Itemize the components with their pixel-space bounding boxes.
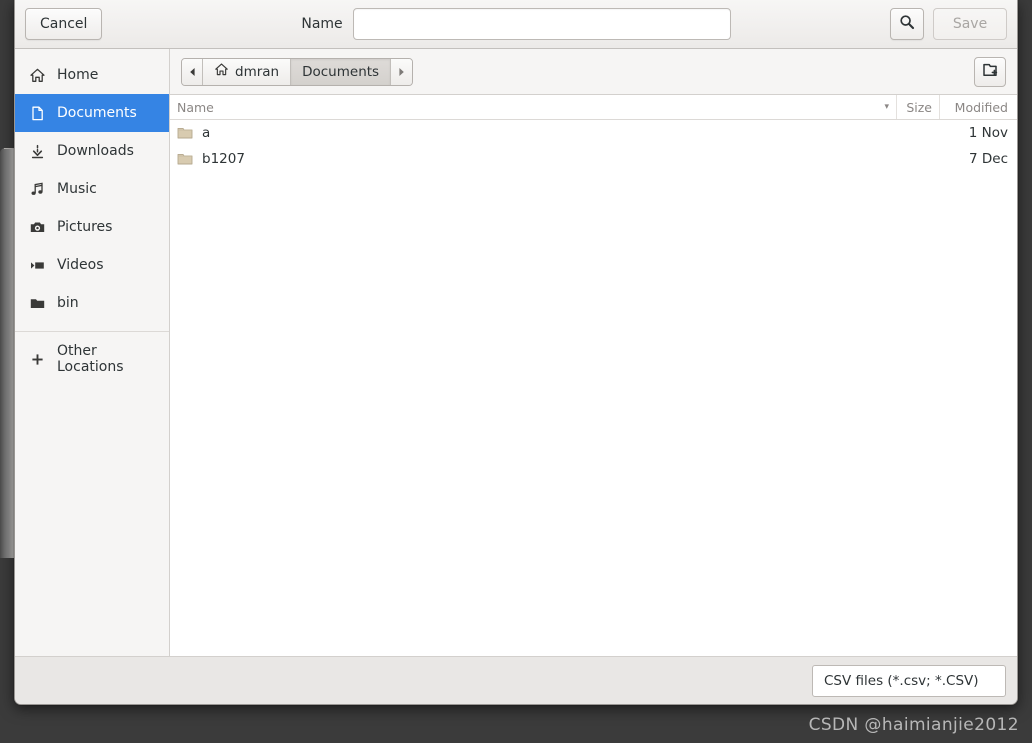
- triangle-left-icon: [188, 62, 197, 81]
- file-list: Name ▾ Size Modified a 1 Nov b1207 7 Dec: [170, 95, 1017, 656]
- cancel-button-label: Cancel: [40, 16, 88, 32]
- sidebar-item-label: Other Locations: [57, 343, 124, 375]
- search-button[interactable]: [890, 8, 924, 40]
- sidebar-item-music[interactable]: Music: [15, 170, 169, 208]
- sidebar-item-other-locations[interactable]: Other Locations: [15, 340, 169, 378]
- sidebar-item-label: Home: [57, 67, 99, 83]
- folder-icon: [29, 295, 46, 312]
- folder-icon: [177, 125, 193, 141]
- file-name-label: a: [202, 125, 211, 141]
- sidebar-item-videos[interactable]: Videos: [15, 246, 169, 284]
- chevron-down-icon: ▾: [884, 102, 889, 112]
- music-note-icon: [29, 181, 46, 198]
- places-sidebar: Home Documents Downloads Music Pictures …: [15, 49, 170, 656]
- window-left-edge-highlight: [4, 148, 14, 149]
- sidebar-item-downloads[interactable]: Downloads: [15, 132, 169, 170]
- document-icon: [29, 105, 46, 122]
- column-header-size[interactable]: Size: [897, 95, 940, 119]
- column-header-modified[interactable]: Modified: [940, 95, 1017, 119]
- home-icon: [214, 62, 229, 81]
- file-name-label: b1207: [202, 151, 245, 167]
- watermark: CSDN @haimianjie2012: [808, 715, 1019, 735]
- save-button-label: Save: [952, 16, 988, 32]
- dialog-header-bar: Cancel Name Save: [15, 0, 1017, 49]
- header-right-actions: Save: [890, 8, 1007, 40]
- filename-label: Name: [301, 16, 343, 32]
- filename-group: Name: [15, 8, 1017, 40]
- breadcrumb-item-documents[interactable]: Documents: [291, 58, 392, 85]
- file-save-dialog: Cancel Name Save Home Documents Download…: [14, 0, 1018, 705]
- download-icon: [29, 143, 46, 160]
- sidebar-item-label: bin: [57, 295, 79, 311]
- column-header-modified-label: Modified: [954, 99, 1008, 115]
- breadcrumb-item-label: dmran: [235, 63, 280, 80]
- file-modified-cell: 1 Nov: [968, 125, 1008, 141]
- breadcrumb: dmran Documents: [181, 57, 414, 86]
- file-filter-combo[interactable]: CSV files (*.csv; *.CSV): [812, 664, 1006, 697]
- file-list-header: Name ▾ Size Modified: [170, 95, 1017, 120]
- table-row[interactable]: b1207 7 Dec: [170, 146, 1017, 172]
- breadcrumb-forward-button[interactable]: [391, 58, 413, 85]
- sidebar-item-home[interactable]: Home: [15, 56, 169, 94]
- sidebar-item-pictures[interactable]: Pictures: [15, 208, 169, 246]
- plus-icon: [29, 351, 46, 368]
- sidebar-item-bin[interactable]: bin: [15, 284, 169, 322]
- path-bar-row: dmran Documents: [170, 49, 1017, 95]
- dialog-footer: CSV files (*.csv; *.CSV): [15, 656, 1017, 704]
- sidebar-separator: [15, 331, 169, 332]
- sidebar-item-label: Music: [57, 181, 97, 197]
- file-list-rows: a 1 Nov b1207 7 Dec: [170, 120, 1017, 656]
- sidebar-item-documents[interactable]: Documents: [15, 94, 169, 132]
- triangle-right-icon: [397, 62, 406, 81]
- cancel-button[interactable]: Cancel: [25, 8, 103, 40]
- column-header-size-label: Size: [906, 99, 932, 115]
- sidebar-item-label: Downloads: [57, 143, 134, 159]
- folder-icon: [177, 151, 193, 167]
- table-row[interactable]: a 1 Nov: [170, 120, 1017, 146]
- column-header-name[interactable]: Name ▾: [170, 95, 897, 119]
- file-filter-label: CSV files (*.csv; *.CSV): [824, 672, 979, 689]
- file-name-cell: b1207: [170, 151, 897, 167]
- breadcrumb-back-button[interactable]: [182, 58, 203, 85]
- search-icon: [899, 14, 915, 34]
- new-folder-icon: [981, 61, 999, 83]
- breadcrumb-item-label: Documents: [302, 63, 380, 80]
- sidebar-item-label: Pictures: [57, 219, 113, 235]
- save-button[interactable]: Save: [933, 8, 1007, 40]
- window-left-edge: [0, 148, 14, 558]
- new-folder-button[interactable]: [974, 56, 1006, 87]
- video-icon: [29, 257, 46, 274]
- file-modified-cell: 7 Dec: [968, 151, 1008, 167]
- filename-input[interactable]: [352, 8, 731, 40]
- home-icon: [29, 67, 46, 84]
- file-browser-content: dmran Documents Name ▾ Size Modified a 1…: [170, 49, 1017, 656]
- sidebar-item-label: Documents: [57, 105, 137, 121]
- file-name-cell: a: [170, 125, 897, 141]
- column-header-name-label: Name: [177, 99, 214, 115]
- camera-icon: [29, 219, 46, 236]
- dialog-body: Home Documents Downloads Music Pictures …: [15, 49, 1017, 656]
- sidebar-item-label: Videos: [57, 257, 104, 273]
- breadcrumb-item-dmran[interactable]: dmran: [203, 58, 292, 85]
